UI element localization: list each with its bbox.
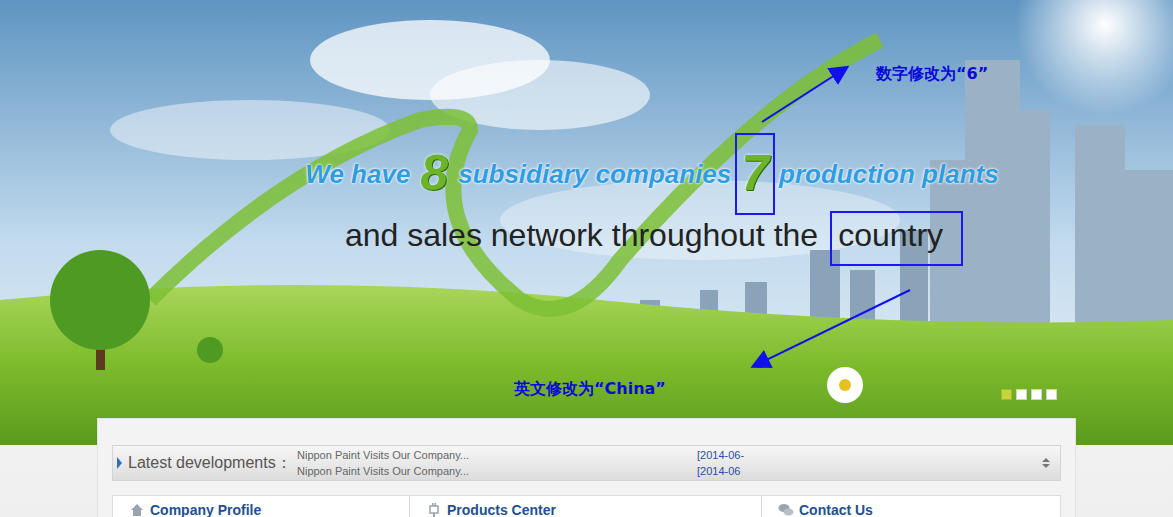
banner: We have8subsidiary companies7production … (0, 0, 1173, 445)
section-header[interactable]: Products Center (410, 496, 761, 517)
content-panel: Latest developments：Nippon Paint Visits … (97, 418, 1076, 517)
news-item[interactable]: Nippon Paint Visits Our Company...[2014-… (297, 463, 1032, 479)
subline-text: and sales network throughout the (341, 211, 822, 266)
headline-text: We have (305, 159, 410, 190)
news-item[interactable]: Nippon Paint Visits Our Company...[2014-… (297, 447, 1032, 463)
annotation-note: 数字修改为“6” (876, 64, 988, 85)
section-header[interactable]: Contact Us (762, 496, 1060, 517)
headline-number: 8 (414, 133, 454, 215)
carousel-dot[interactable] (1046, 389, 1057, 400)
section: Company Profile (113, 496, 409, 517)
news-label: Latest developments： (113, 453, 297, 474)
sections: Company ProfileProducts CenterContact Us (112, 495, 1061, 517)
section: Contact Us (761, 496, 1060, 517)
carousel-dot[interactable] (1031, 389, 1042, 400)
subline-text: country (830, 211, 963, 266)
page: We have8subsidiary companies7production … (0, 0, 1173, 517)
carousel-dots (1001, 389, 1057, 400)
headline: We have8subsidiary companies7production … (262, 133, 1042, 266)
subline: and sales network throughout thecountry (262, 211, 1042, 266)
news-list: Nippon Paint Visits Our Company...[2014-… (297, 447, 1032, 479)
scroll-arrows-icon[interactable] (1032, 458, 1060, 468)
headline-text: subsidiary companies (458, 159, 731, 190)
plug-icon (426, 502, 442, 517)
house-icon (129, 502, 145, 517)
marker-icon (117, 457, 122, 469)
news-bar: Latest developments：Nippon Paint Visits … (112, 445, 1061, 481)
carousel-dot[interactable] (1016, 389, 1027, 400)
headline-line: We have8subsidiary companies7production … (262, 133, 1042, 215)
carousel-dot[interactable] (1001, 389, 1012, 400)
section-header[interactable]: Company Profile (113, 496, 409, 517)
annotation-note: 英文修改为“China” (514, 379, 666, 400)
headline-text: production plants (779, 159, 999, 190)
chat-icon (778, 502, 794, 517)
section: Products Center (409, 496, 761, 517)
annotation-arrows-icon (0, 0, 1173, 445)
headline-number: 7 (735, 133, 775, 215)
